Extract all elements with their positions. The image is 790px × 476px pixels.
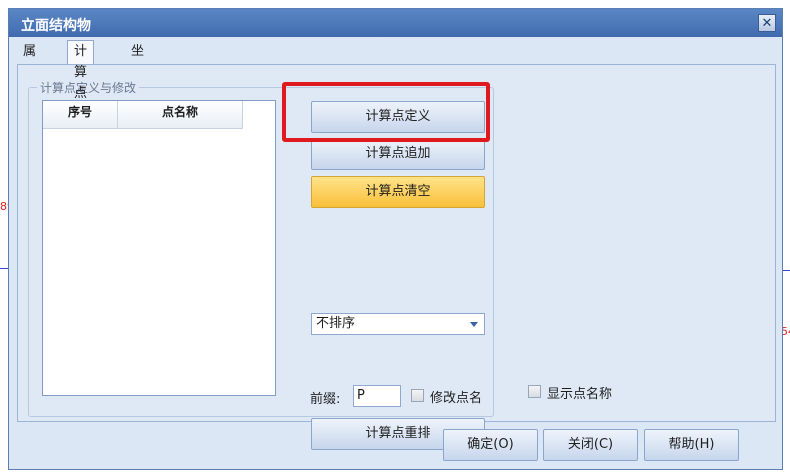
group-title: 计算点定义与修改 <box>37 79 140 96</box>
dialog-window: 立面结构物 ✕ 属性 计算点 坐标计算 计算点定义与修改 序号 点名称 计算点定… <box>8 8 783 470</box>
tab-properties[interactable]: 属性 <box>17 41 42 80</box>
column-header-index[interactable]: 序号 <box>43 101 118 129</box>
clear-points-button[interactable]: 计算点清空 <box>311 176 485 208</box>
prefix-input[interactable]: P <box>353 385 401 407</box>
chevron-down-icon <box>470 322 478 327</box>
help-button[interactable]: 帮助(H) <box>644 429 739 461</box>
column-header-point-name[interactable]: 点名称 <box>118 101 243 129</box>
tab-calc-points[interactable]: 计算点 <box>67 40 95 101</box>
modify-name-label: 修改点名 <box>430 391 483 406</box>
sort-select[interactable]: 不排序 <box>311 313 485 335</box>
background-line <box>782 270 790 271</box>
list-header: 序号 点名称 <box>43 101 243 129</box>
ok-button[interactable]: 确定(O) <box>443 429 538 461</box>
window-title: 立面结构物 <box>21 18 91 34</box>
close-button[interactable]: 关闭(C) <box>543 429 638 461</box>
close-icon[interactable]: ✕ <box>758 14 776 32</box>
modify-name-checkbox[interactable] <box>411 389 424 402</box>
tab-coordinate-calc[interactable]: 坐标计算 <box>125 41 150 122</box>
show-names-checkbox[interactable] <box>528 385 541 398</box>
point-list[interactable]: 序号 点名称 <box>42 100 276 396</box>
background-line <box>0 268 8 269</box>
sort-select-value: 不排序 <box>316 316 356 331</box>
append-points-button[interactable]: 计算点追加 <box>311 138 485 170</box>
prefix-label: 前缀: <box>310 392 341 407</box>
title-bar: 立面结构物 ✕ <box>9 9 782 37</box>
highlight-box <box>282 82 490 142</box>
show-names-label: 显示点名称 <box>547 387 613 402</box>
